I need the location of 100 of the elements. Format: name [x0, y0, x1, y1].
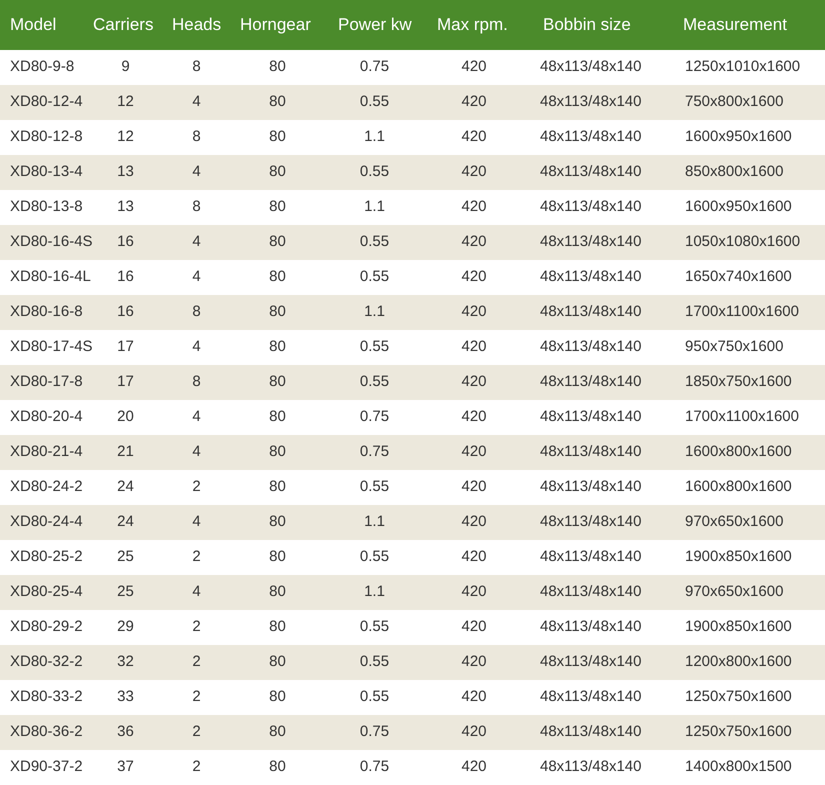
table-cell-text: 0.55 [358, 652, 390, 672]
table-cell-text: 420 [460, 57, 488, 78]
table-cell-text: 4 [191, 92, 202, 112]
table-cell-text: 2 [191, 687, 202, 708]
table-cell-text: 48x113/48x140 [539, 652, 642, 672]
table-cell-text: 24 [116, 512, 135, 532]
table-cell-text: 8 [191, 302, 202, 322]
table-cell-text: 1600x950x1600 [684, 127, 793, 148]
table-cell-text: XD80-25-4 [9, 582, 84, 602]
column-header: Max rpm. [436, 14, 509, 36]
table-cell-text: 48x113/48x140 [539, 302, 642, 322]
table-cell-text: 2 [191, 722, 202, 742]
table-cell-text: 2 [191, 652, 202, 672]
table-cell-text: 0.55 [358, 92, 390, 112]
table-cell-text: 80 [268, 547, 287, 568]
table-cell-text: 0.55 [358, 232, 390, 252]
table-cell-text: 0.55 [358, 267, 390, 288]
table-cell-text: XD90-37-2 [9, 757, 84, 778]
table-cell-text: 80 [268, 197, 287, 218]
table-cell-text: 32 [116, 652, 135, 672]
table-cell-text: 48x113/48x140 [539, 162, 642, 182]
table-cell-text: 48x113/48x140 [539, 757, 642, 778]
table-cell-text: 0.75 [358, 407, 390, 428]
table-cell-text: XD80-13-4 [9, 162, 84, 182]
table-cell-text: 1.1 [363, 302, 386, 322]
table-cell-text: 4 [191, 232, 202, 252]
table-cell-text: 420 [460, 92, 488, 112]
table-cell-text: 80 [268, 372, 287, 392]
table-cell-text: 80 [268, 722, 287, 742]
table-cell-text: 48x113/48x140 [539, 127, 642, 148]
table-cell-text: 80 [268, 512, 287, 532]
table-cell-text: 4 [191, 512, 202, 532]
table-cell-text: 1600x800x1600 [684, 442, 793, 462]
table-cell-text: 17 [116, 372, 135, 392]
table-cell-text: 16 [116, 302, 135, 322]
table-cell-text: 80 [268, 757, 287, 778]
table-cell-text: 420 [460, 407, 488, 428]
table-cell-text: 0.75 [358, 57, 390, 78]
table-cell-text: 420 [460, 442, 488, 462]
table-cell-text: XD80-9-8 [9, 57, 76, 78]
table-cell-text: 17 [116, 337, 135, 358]
table-cell-text: 8 [191, 57, 202, 78]
table-cell-text: 1600x800x1600 [684, 477, 793, 498]
table-cell-text: 29 [116, 617, 135, 638]
table-cell-text: 750x800x1600 [684, 92, 784, 112]
table-cell-text: 8 [191, 372, 202, 392]
table-cell-text: 4 [191, 162, 202, 182]
table-cell-text: 0.75 [358, 722, 390, 742]
table-cell-text: 420 [460, 302, 488, 322]
column-header: Bobbin size [542, 14, 632, 36]
table-cell-text: 970x650x1600 [684, 582, 784, 602]
column-header: Carriers [92, 14, 154, 36]
table-cell-text: 80 [268, 57, 287, 78]
table-cell-text: 1400x800x1500 [684, 757, 793, 778]
table-cell-text: 48x113/48x140 [539, 372, 642, 392]
table-cell-text: XD80-13-8 [9, 197, 84, 218]
table-cell-text: XD80-17-8 [9, 372, 84, 392]
table-cell-text: 420 [460, 372, 488, 392]
table-cell-text: 48x113/48x140 [539, 407, 642, 428]
table-cell-text: 12 [116, 127, 135, 148]
table-cell-text: 420 [460, 652, 488, 672]
table-cell-text: 80 [268, 407, 287, 428]
table-cell-text: 48x113/48x140 [539, 512, 642, 532]
table-cell-text: 420 [460, 197, 488, 218]
table-cell-text: 8 [191, 127, 202, 148]
table-cell-text: 420 [460, 337, 488, 358]
column-header: Power kw [337, 14, 413, 36]
table-cell-text: 1650x740x1600 [684, 267, 793, 288]
column-header: Heads [171, 14, 222, 36]
table-cell-text: 9 [120, 57, 131, 78]
table-cell-text: XD80-16-4L [9, 267, 88, 288]
table-cell-text: 48x113/48x140 [539, 267, 642, 288]
table-cell-text: 16 [116, 232, 135, 252]
table-cell-text: 4 [191, 267, 202, 288]
table-cell-text: XD80-24-4 [9, 512, 84, 532]
table-cell-text: 1050x1080x1600 [684, 232, 802, 252]
table-cell-text: 4 [191, 582, 202, 602]
table-cell-text: 13 [116, 197, 135, 218]
table-cell-text: 420 [460, 127, 488, 148]
table-cell-text: 48x113/48x140 [539, 722, 642, 742]
table-cell-text: 1.1 [363, 512, 386, 532]
table-cell-text: 48x113/48x140 [539, 547, 642, 568]
table-cell-text: 80 [268, 687, 287, 708]
table-cell-text: 21 [116, 442, 135, 462]
table-cell-text: 420 [460, 512, 488, 532]
table-cell-text: 0.55 [358, 337, 390, 358]
table-cell-text: 2 [191, 757, 202, 778]
table-cell-text: XD80-29-2 [9, 617, 84, 638]
table-cell-text: XD80-36-2 [9, 722, 84, 742]
table-cell-text: 80 [268, 127, 287, 148]
table-cell-text: 8 [191, 197, 202, 218]
table-cell-text: XD80-33-2 [9, 687, 84, 708]
table-cell-text: 420 [460, 582, 488, 602]
table-cell-text: 24 [116, 477, 135, 498]
table-cell-text: 20 [116, 407, 135, 428]
table-cell-text: 25 [116, 582, 135, 602]
table-cell-text: XD80-12-8 [9, 127, 84, 148]
table-cell-text: XD80-25-2 [9, 547, 84, 568]
table-cell-text: 48x113/48x140 [539, 92, 642, 112]
table-cell-text: 80 [268, 302, 287, 322]
